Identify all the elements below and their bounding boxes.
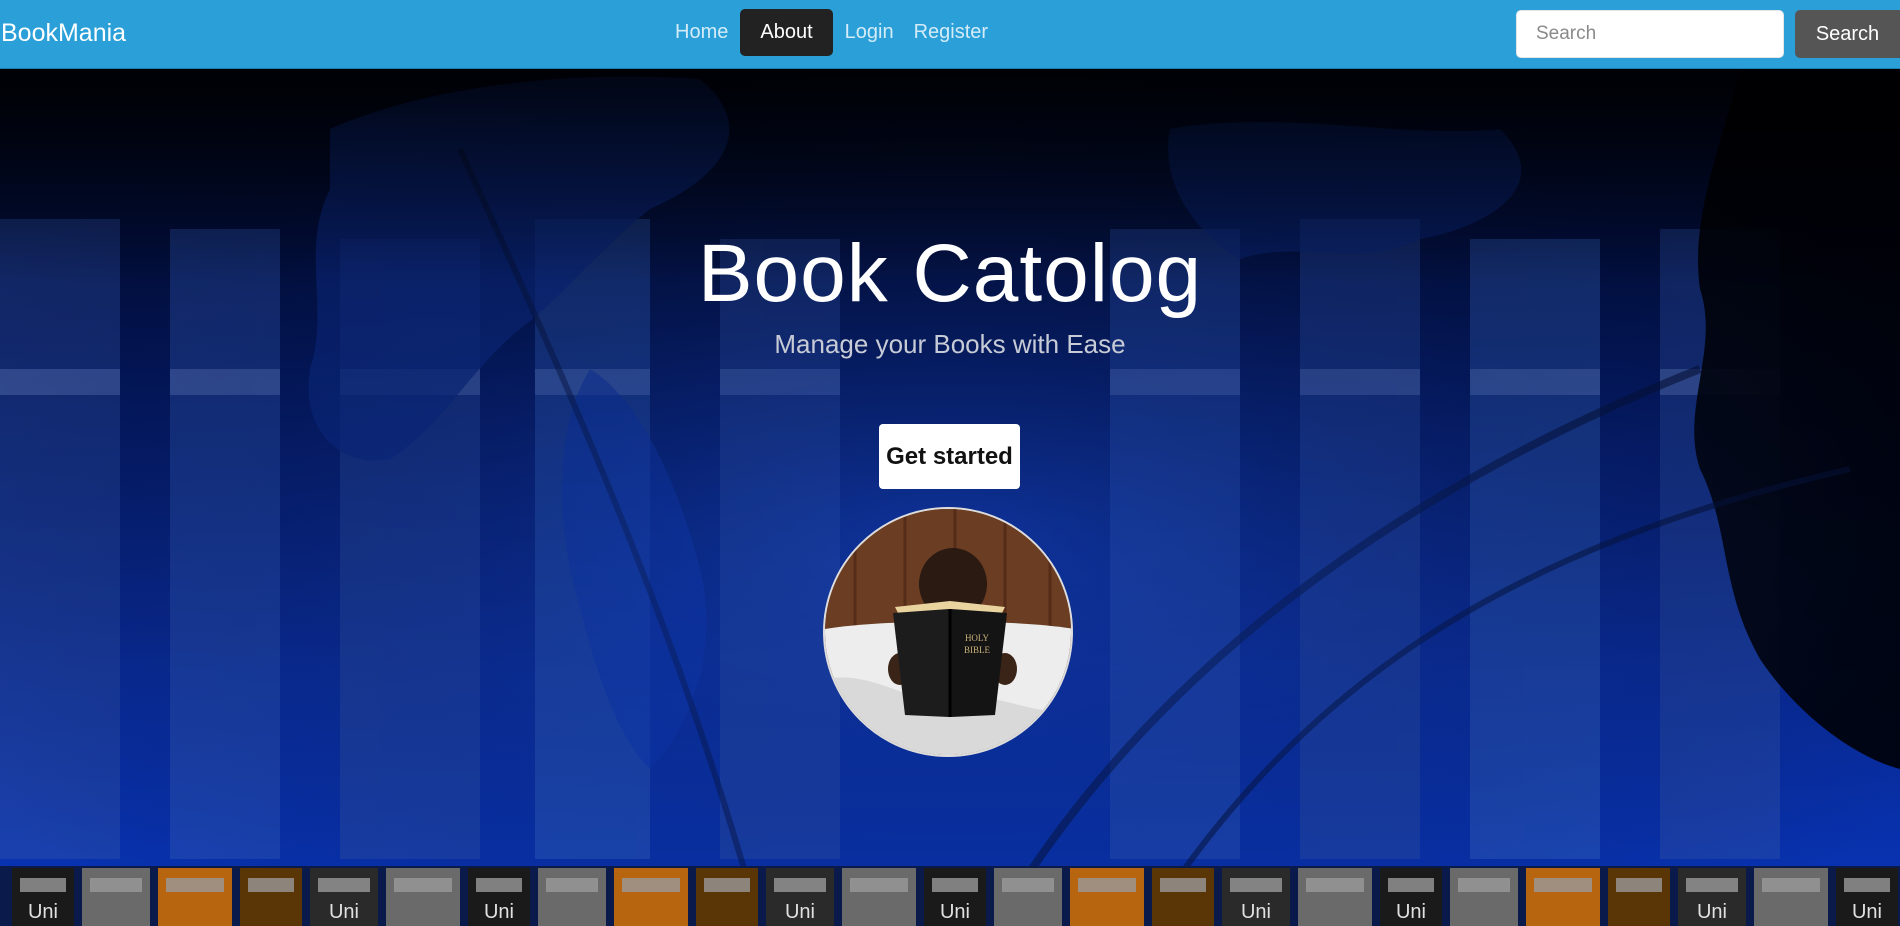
search-input[interactable] — [1516, 10, 1784, 58]
book-spine-label: Uni — [940, 901, 970, 923]
book-spine-band — [622, 878, 680, 892]
hero-title: Book Catolog — [697, 228, 1203, 319]
nav-link-about[interactable]: About — [740, 9, 833, 56]
book-spine-label: Uni — [1697, 901, 1727, 923]
hero-avatar-image: HOLY BIBLE — [823, 507, 1073, 757]
book-spine — [994, 868, 1062, 926]
book-spine-band — [1160, 878, 1206, 892]
book-spine-label: Uni — [785, 901, 815, 923]
book-spine — [240, 868, 302, 926]
book-spine-band — [1230, 878, 1282, 892]
book-spine-band — [476, 878, 522, 892]
book-spine-label: Uni — [1396, 901, 1426, 923]
hero-subtitle: Manage your Books with Ease — [774, 329, 1126, 359]
hero-background-image — [0, 69, 1900, 926]
navbar: BookMania Home About Login Register Sear… — [0, 0, 1900, 69]
book-spine — [1608, 868, 1670, 926]
book-spine — [842, 868, 916, 926]
book-spine-band — [1458, 878, 1510, 892]
get-started-button[interactable]: Get started — [879, 424, 1020, 489]
book-spine-label: Uni — [28, 901, 58, 923]
book-spine-band — [704, 878, 750, 892]
book-spine-band — [166, 878, 224, 892]
book-spine-band — [932, 878, 978, 892]
nav-link-home[interactable]: Home — [665, 9, 738, 56]
page: BookMania Home About Login Register Sear… — [0, 0, 1900, 926]
book-spine-band — [1686, 878, 1738, 892]
book-spine-band — [20, 878, 66, 892]
book-spine — [158, 868, 232, 926]
book-spine-label: Uni — [329, 901, 359, 923]
book-spine-label: Uni — [1241, 901, 1271, 923]
book-spine-label: Uni — [1852, 901, 1882, 923]
book-spine-label: Uni — [484, 901, 514, 923]
book-spine-band — [318, 878, 370, 892]
book-spine-band — [394, 878, 452, 892]
book-spine-band — [1002, 878, 1054, 892]
nav-link-register[interactable]: Register — [904, 9, 998, 56]
book-spine-band — [1616, 878, 1662, 892]
book-spine — [1152, 868, 1214, 926]
book-spine-band — [546, 878, 598, 892]
book-spine — [614, 868, 688, 926]
book-spine-band — [1534, 878, 1592, 892]
book-spine-band — [774, 878, 826, 892]
book-spine — [386, 868, 460, 926]
book-spine-band — [1078, 878, 1136, 892]
bottom-book-strip: Uni Uni Uni Uni Uni Uni Uni Uni Uni — [0, 866, 1900, 926]
hero-section: Book Catolog Manage your Books with Ease… — [0, 69, 1900, 926]
book-spine-band — [248, 878, 294, 892]
book-spine — [538, 868, 606, 926]
nav-link-login[interactable]: Login — [835, 9, 904, 56]
book-spine-band — [90, 878, 142, 892]
book-spine-band — [850, 878, 908, 892]
book-spine — [1754, 868, 1828, 926]
book-spine — [82, 868, 150, 926]
book-spine-band — [1844, 878, 1890, 892]
brand-logo[interactable]: BookMania — [1, 18, 126, 48]
search-button[interactable]: Search — [1795, 10, 1900, 58]
svg-text:BIBLE: BIBLE — [964, 645, 991, 655]
book-spine-band — [1306, 878, 1364, 892]
book-spine — [1526, 868, 1600, 926]
book-spine — [696, 868, 758, 926]
book-spine — [1298, 868, 1372, 926]
book-cover-text: HOLY — [965, 633, 990, 643]
nav-links: Home About Login Register — [665, 9, 998, 56]
book-spine — [1450, 868, 1518, 926]
book-spine — [1070, 868, 1144, 926]
book-spine-band — [1762, 878, 1820, 892]
book-spine-band — [1388, 878, 1434, 892]
